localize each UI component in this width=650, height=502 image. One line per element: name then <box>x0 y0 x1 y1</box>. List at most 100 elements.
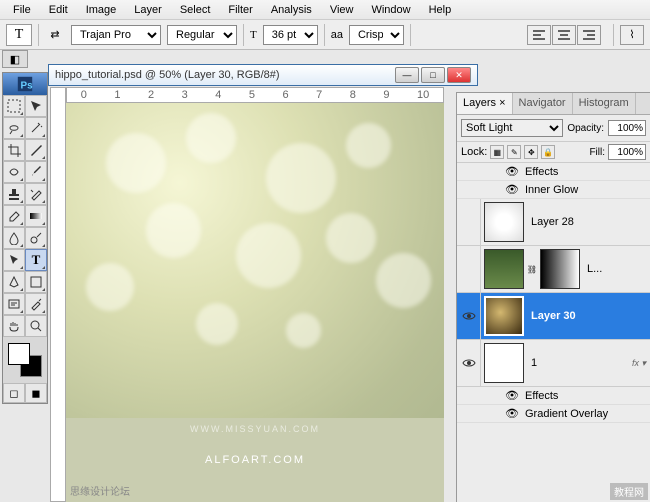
lock-transparency-button[interactable]: ▦ <box>490 145 504 159</box>
standard-mode-button[interactable]: ◻ <box>3 383 25 403</box>
opacity-input[interactable]: 100% <box>608 120 646 136</box>
layer-name[interactable]: Layer 30 <box>527 310 650 322</box>
tab-layers[interactable]: Layers × <box>457 93 513 114</box>
menu-select[interactable]: Select <box>171 1 220 19</box>
font-size-icon: T <box>250 29 257 41</box>
fill-input[interactable]: 100% <box>608 144 646 160</box>
window-maximize-button[interactable]: □ <box>421 67 445 83</box>
layer-thumbnail[interactable] <box>484 202 524 242</box>
eye-icon[interactable]: 👁 <box>505 389 519 402</box>
slice-tool[interactable] <box>25 139 47 161</box>
menu-help[interactable]: Help <box>420 1 461 19</box>
menu-image[interactable]: Image <box>77 1 126 19</box>
layer-name[interactable]: L... <box>583 263 650 275</box>
eyedropper-tool[interactable] <box>25 293 47 315</box>
foreground-color[interactable] <box>8 343 30 365</box>
lock-all-button[interactable]: 🔒 <box>541 145 555 159</box>
layer-name[interactable]: Layer 28 <box>527 216 650 228</box>
layer-row[interactable]: 1 fx ▾ <box>457 340 650 387</box>
eye-icon[interactable]: 👁 <box>505 183 519 196</box>
tab-navigator[interactable]: Navigator <box>513 93 573 114</box>
document-window-titlebar[interactable]: hippo_tutorial.psd @ 50% (Layer 30, RGB/… <box>48 64 478 86</box>
eraser-tool[interactable] <box>3 205 25 227</box>
layer-thumbnail[interactable] <box>484 343 524 383</box>
crop-tool[interactable] <box>3 139 25 161</box>
warp-text-button[interactable]: ⌇ <box>620 25 644 45</box>
layer-row-selected[interactable]: Layer 30 <box>457 293 650 340</box>
effects-row[interactable]: 👁 Effects <box>457 163 650 181</box>
shape-tool[interactable] <box>25 271 47 293</box>
menu-window[interactable]: Window <box>362 1 419 19</box>
align-center-button[interactable] <box>552 25 576 45</box>
visibility-toggle[interactable] <box>457 340 481 386</box>
quickmask-mode-button[interactable]: ◼ <box>25 383 47 403</box>
lock-position-button[interactable]: ✥ <box>524 145 538 159</box>
color-swatches[interactable] <box>8 343 42 377</box>
options-bar: T ⇄ Trajan Pro Regular T 36 pt aa Crisp … <box>0 20 650 50</box>
mask-link-icon[interactable]: ⛓ <box>527 265 537 274</box>
font-size-select[interactable]: 36 pt <box>263 25 318 45</box>
horizontal-ruler[interactable]: 012345678910 <box>66 87 444 103</box>
blur-tool[interactable] <box>3 227 25 249</box>
font-family-select[interactable]: Trajan Pro <box>71 25 161 45</box>
pen-tool[interactable] <box>3 271 25 293</box>
effects-row[interactable]: 👁 Effects <box>457 387 650 405</box>
stamp-tool[interactable] <box>3 183 25 205</box>
tab-histogram[interactable]: Histogram <box>573 93 636 114</box>
window-minimize-button[interactable]: — <box>395 67 419 83</box>
blend-mode-select[interactable]: Soft Light <box>461 119 563 137</box>
inner-glow-row[interactable]: 👁 Inner Glow <box>457 181 650 199</box>
healing-tool[interactable] <box>3 161 25 183</box>
collapsed-palette-button[interactable]: ◧ <box>2 50 28 68</box>
lock-label: Lock: <box>461 146 487 158</box>
gradient-overlay-row[interactable]: 👁 Gradient Overlay <box>457 405 650 423</box>
menu-view[interactable]: View <box>321 1 363 19</box>
eye-icon[interactable]: 👁 <box>505 407 519 420</box>
menu-analysis[interactable]: Analysis <box>262 1 321 19</box>
visibility-toggle[interactable] <box>457 246 481 292</box>
eye-icon[interactable]: 👁 <box>505 165 519 178</box>
orientation-toggle[interactable]: ⇄ <box>45 28 65 41</box>
marquee-tool[interactable] <box>3 95 25 117</box>
svg-text:Ps: Ps <box>21 81 34 92</box>
notes-tool[interactable] <box>3 293 25 315</box>
history-brush-tool[interactable] <box>25 183 47 205</box>
zoom-tool[interactable] <box>25 315 47 337</box>
font-style-select[interactable]: Regular <box>167 25 237 45</box>
layer-thumbnail[interactable] <box>484 249 524 289</box>
menu-layer[interactable]: Layer <box>125 1 171 19</box>
gradient-tool[interactable] <box>25 205 47 227</box>
layer-name[interactable]: 1 <box>527 357 632 369</box>
page-watermark: 教程网 <box>610 483 648 500</box>
panel-tabs: Layers × Navigator Histogram <box>457 93 650 115</box>
dodge-tool[interactable] <box>25 227 47 249</box>
brush-tool[interactable] <box>25 161 47 183</box>
menu-file[interactable]: File <box>4 1 40 19</box>
main-menu-bar: File Edit Image Layer Select Filter Anal… <box>0 0 650 20</box>
visibility-toggle[interactable] <box>457 293 481 339</box>
wand-tool[interactable] <box>25 117 47 139</box>
type-tool[interactable]: T <box>25 249 47 271</box>
layer-thumbnail[interactable] <box>484 296 524 336</box>
align-right-button[interactable] <box>577 25 601 45</box>
document-canvas[interactable]: ALFOART.COM 思缘设计论坛 WWW.MISSYUAN.COM <box>66 103 444 502</box>
opacity-label: Opacity: <box>567 123 604 134</box>
type-tool-preset[interactable]: T <box>6 24 32 46</box>
lasso-tool[interactable] <box>3 117 25 139</box>
layer-row[interactable]: ⛓ L... <box>457 246 650 293</box>
menu-filter[interactable]: Filter <box>219 1 261 19</box>
layer-row[interactable]: Layer 28 <box>457 199 650 246</box>
antialias-select[interactable]: Crisp <box>349 25 404 45</box>
lock-pixels-button[interactable]: ✎ <box>507 145 521 159</box>
path-select-tool[interactable] <box>3 249 25 271</box>
hand-tool[interactable] <box>3 315 25 337</box>
menu-edit[interactable]: Edit <box>40 1 77 19</box>
visibility-toggle[interactable] <box>457 199 481 245</box>
align-left-button[interactable] <box>527 25 551 45</box>
vertical-ruler[interactable] <box>50 87 66 502</box>
fx-indicator[interactable]: fx ▾ <box>632 358 650 369</box>
toolbox-header[interactable]: Ps <box>3 73 47 95</box>
layer-mask-thumbnail[interactable] <box>540 249 580 289</box>
move-tool[interactable] <box>25 95 47 117</box>
window-close-button[interactable]: ✕ <box>447 67 471 83</box>
